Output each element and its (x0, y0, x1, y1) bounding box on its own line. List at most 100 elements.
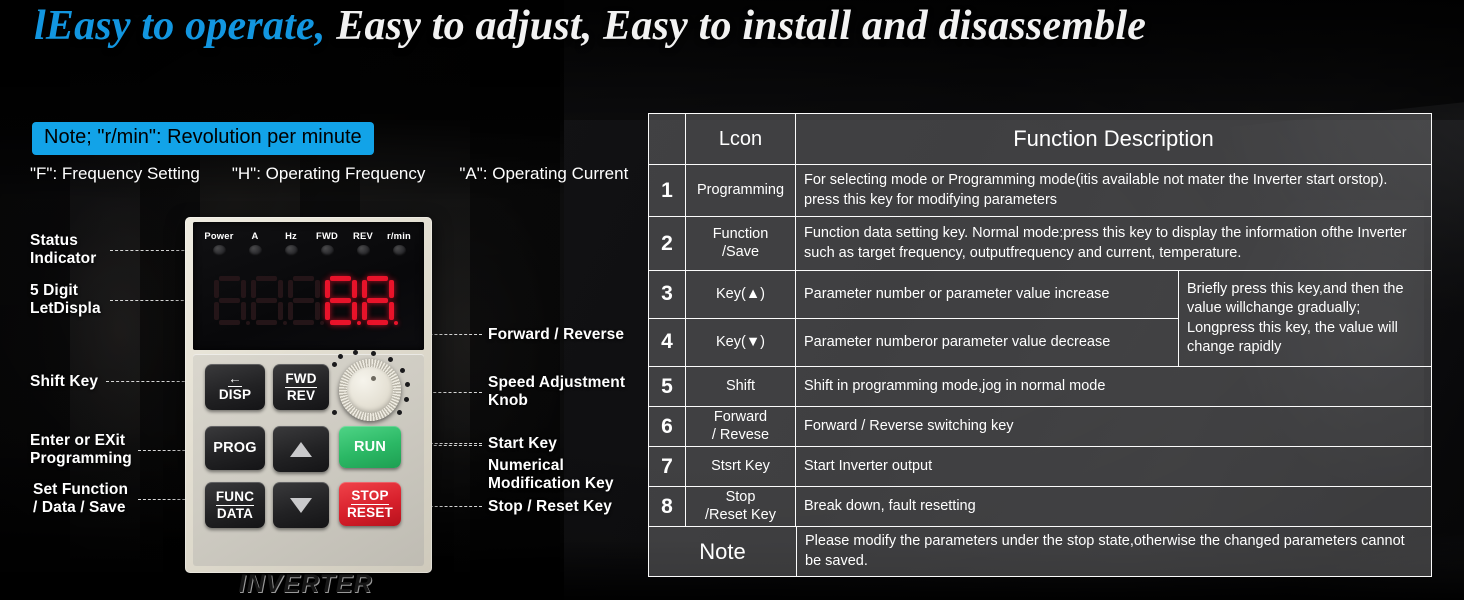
led-label-rmin: r/min (387, 230, 411, 241)
led-bulb-a (248, 245, 262, 256)
function-description-table: Lcon Function Description 1 Programming … (648, 113, 1432, 577)
led-label-a: A (251, 230, 259, 241)
row-desc: Parameter number or parameter value incr… (804, 285, 1110, 302)
prog-key[interactable]: PROG (205, 426, 265, 470)
table-row: 7 Stsrt Key Start Inverter output (649, 447, 1431, 487)
table-row-group-3-4: 3 Key(▲) Parameter number or parameter v… (649, 271, 1431, 367)
row-desc: Function data setting key. Normal mode:p… (804, 225, 1407, 261)
row-num: 4 (649, 318, 686, 366)
row-desc: Shift in programming mode,jog in normal … (804, 377, 1106, 394)
knob-scale-dot (353, 350, 358, 355)
keypad: ← DISP FWD REV PROG RUN FUNC DATA STOP R… (193, 350, 424, 566)
callout-speed-adjustment-knob: Speed Adjustment Knob (488, 374, 626, 410)
row-icon: Shift (686, 367, 796, 406)
led-bulb-fwd (320, 245, 334, 256)
inverter-device: Power A Hz FWD REV r/min ← DISP FWD REV … (185, 217, 432, 598)
callout-start-key: Start Key (488, 435, 557, 452)
prog-label: PROG (213, 439, 257, 456)
seg-digit-2 (250, 275, 287, 327)
row-num: 3 (649, 271, 686, 318)
lcd-panel: Power A Hz FWD REV r/min (193, 222, 424, 350)
led-bulb-rmin (392, 245, 406, 256)
shift-disp-key[interactable]: ← DISP (205, 364, 265, 410)
knob-scale-dot (400, 368, 405, 373)
table-header-row: Lcon Function Description (649, 114, 1431, 165)
row-num: 5 (649, 367, 686, 406)
led-rev: REV (343, 230, 383, 256)
knob-face (347, 367, 393, 413)
led-hz: Hz (271, 230, 311, 256)
knob-scale-dot (405, 382, 410, 387)
run-key[interactable]: RUN (339, 426, 401, 468)
seven-segment-display (213, 272, 405, 330)
page-title-rest: Easy to adjust, Easy to install and disa… (325, 3, 1147, 49)
knob-scale-dot (397, 410, 402, 415)
note-banner: Note; "r/min": Revolution per minute (32, 122, 374, 155)
merged-cell-rows-3-4: Briefly press this key,and then the valu… (1187, 280, 1404, 355)
fwd-rev-key[interactable]: FWD REV (273, 364, 329, 410)
speed-adjustment-knob[interactable] (339, 359, 401, 421)
down-arrow-key[interactable] (273, 482, 329, 528)
table-row: 3 Key(▲) Parameter number or parameter v… (649, 271, 1178, 319)
legend-item-h: "H": Operating Frequency (231, 164, 426, 183)
led-indicator-row: Power A Hz FWD REV r/min (199, 230, 421, 268)
func-data-key[interactable]: FUNC DATA (205, 482, 265, 528)
seg-digit-5 (361, 275, 398, 327)
rev-label: REV (286, 387, 316, 403)
knob-scale-dot (338, 354, 343, 359)
up-arrow-key[interactable] (273, 426, 329, 472)
led-bulb-power (212, 245, 226, 256)
table-note-row: Note Please modify the parameters under … (649, 527, 1431, 576)
seg-digit-3 (287, 275, 324, 327)
callout-stop-reset-key: Stop / Reset Key (488, 498, 612, 515)
header-cell-num (649, 114, 686, 164)
table-row: 4 Key(▼) Parameter numberor parameter va… (649, 318, 1178, 366)
led-label-fwd: FWD (316, 230, 338, 241)
stop-reset-key[interactable]: STOP RESET (339, 482, 401, 526)
led-bulb-rev (356, 245, 370, 256)
device-brand-label: INVERTER (238, 570, 373, 598)
knob-pointer-dot (371, 376, 376, 381)
led-power: Power (199, 230, 239, 256)
row-desc: Start Inverter output (804, 457, 933, 474)
row-icon: Function /Save (686, 217, 796, 270)
led-label-rev: REV (353, 230, 373, 241)
led-a: A (235, 230, 275, 256)
row-num: 6 (649, 407, 686, 446)
stop-label: STOP (351, 487, 389, 505)
knob-scale-dot (332, 410, 337, 415)
legend: "F": Frequency Setting "H": Operating Fre… (30, 164, 640, 184)
led-label-power: Power (204, 230, 234, 241)
table-row: 6 Forward / Revese Forward / Reverse swi… (649, 407, 1431, 447)
knob-scale-dot (371, 351, 376, 356)
down-triangle-icon (290, 497, 312, 513)
legend-item-f: "F": Frequency Setting (30, 164, 200, 183)
callout-shift-key: Shift Key (30, 373, 99, 390)
knob-scale-dot (404, 397, 409, 402)
callout-forward-reverse: Forward / Reverse (488, 326, 625, 343)
note-row-text: Please modify the parameters under the s… (805, 533, 1405, 569)
row-icon: Programming (686, 165, 796, 216)
row-num: 8 (649, 487, 686, 526)
row-desc: Break down, fault resetting (804, 497, 976, 514)
table-row: 2 Function /Save Function data setting k… (649, 217, 1431, 271)
row-icon: Key(▼) (686, 318, 796, 366)
table-row: 5 Shift Shift in programming mode,jog in… (649, 367, 1431, 407)
disp-label: DISP (218, 387, 252, 403)
seg-digit-1 (213, 275, 250, 327)
rows-3-4-left: 3 Key(▲) Parameter number or parameter v… (649, 271, 1179, 366)
reset-label: RESET (346, 504, 393, 520)
note-row-label: Note (649, 527, 797, 576)
fwd-label: FWD (285, 370, 317, 388)
row-icon: Stop /Reset Key (686, 487, 796, 526)
led-fwd: FWD (307, 230, 347, 256)
table-row: 1 Programming For selecting mode or Prog… (649, 165, 1431, 217)
legend-item-a: "A": Operating Current (459, 164, 629, 183)
run-label: RUN (353, 438, 386, 455)
row-desc: Parameter numberor parameter value decre… (804, 333, 1111, 350)
row-num: 2 (649, 217, 686, 270)
row-icon: Key(▲) (686, 271, 796, 318)
func-label: FUNC (215, 488, 255, 506)
led-rmin: r/min (379, 230, 419, 256)
header-cell-icon: Lcon (686, 114, 796, 164)
